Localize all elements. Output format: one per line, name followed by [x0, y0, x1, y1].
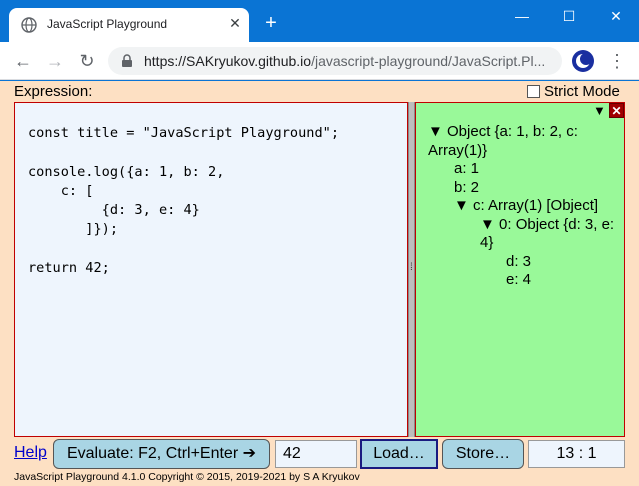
store-button[interactable]: Store…	[442, 439, 524, 469]
close-result-icon[interactable]: ✕	[609, 103, 624, 118]
lock-icon[interactable]	[120, 54, 134, 68]
close-window-button[interactable]: ✕	[602, 6, 630, 26]
code-editor[interactable]: const title = "JavaScript Playground"; c…	[14, 102, 408, 437]
grip-icon: ⁞	[410, 262, 413, 273]
result-tree-node: a: 1	[454, 160, 480, 177]
code-text[interactable]: const title = "JavaScript Playground"; c…	[28, 124, 339, 278]
window-titlebar: JavaScript Playground ✕ + — ☐ ✕	[0, 0, 639, 42]
evaluate-button[interactable]: Evaluate: F2, Ctrl+Enter ➔	[53, 439, 270, 469]
result-tree-node[interactable]: ▼ Object {a: 1, b: 2, c: Array(1)}	[428, 123, 623, 160]
url-path: /javascript-playground/JavaScript.Pl...	[311, 53, 546, 69]
moon-icon	[576, 53, 592, 68]
result-panel: ▼ ✕ ▼ Object {a: 1, b: 2, c: Array(1)} a:…	[415, 102, 625, 437]
cursor-position-field: 13 : 1	[528, 440, 625, 468]
strict-mode-label: Strict Mode	[544, 83, 620, 100]
panel-splitter[interactable]: ⁞	[408, 102, 415, 437]
strict-mode-toggle[interactable]: Strict Mode	[527, 83, 620, 100]
url-text: https://SAKryukov.github.io/javascript-p…	[144, 53, 554, 69]
new-tab-button[interactable]: +	[261, 13, 281, 33]
forward-button[interactable]: →	[44, 50, 66, 72]
reload-button[interactable]: ↻	[76, 50, 98, 72]
strict-mode-checkbox[interactable]	[527, 85, 540, 98]
result-value-field[interactable]: 42	[275, 440, 357, 468]
browser-menu-button[interactable]: ⋮	[606, 50, 628, 72]
browser-tab[interactable]: JavaScript Playground ✕	[9, 8, 249, 42]
result-tree-node[interactable]: ▼ 0: Object {d: 3, e: 4}	[428, 216, 623, 253]
extension-icon[interactable]	[572, 50, 594, 72]
maximize-button[interactable]: ☐	[555, 6, 583, 26]
help-link[interactable]: Help	[14, 444, 47, 462]
playground-app: Expression: Strict Mode const title = "J…	[0, 81, 639, 486]
result-tree-node[interactable]: ▼ c: Array(1) [Object]	[428, 197, 623, 216]
url-host: https://SAKryukov.github.io	[144, 53, 312, 69]
result-tree-node: d: 3	[506, 252, 532, 270]
tab-close-icon[interactable]: ✕	[227, 15, 243, 31]
footer-copyright: JavaScript Playground 4.1.0 Copyright © …	[14, 471, 360, 483]
load-button[interactable]: Load…	[360, 439, 438, 469]
browser-toolbar: ← → ↻ https://SAKryukov.github.io/javasc…	[0, 42, 639, 80]
minimize-button[interactable]: —	[508, 6, 536, 26]
result-tree: ▼ Object {a: 1, b: 2, c: Array(1)} a: 1 b:…	[428, 123, 623, 290]
address-bar[interactable]: https://SAKryukov.github.io/javascript-p…	[108, 47, 562, 75]
collapse-icon[interactable]: ▼	[593, 103, 606, 118]
result-tree-node: e: 4	[506, 271, 532, 288]
globe-icon	[21, 17, 37, 33]
back-button[interactable]: ←	[12, 50, 34, 72]
expression-label: Expression:	[14, 83, 93, 100]
tab-title: JavaScript Playground	[47, 17, 168, 31]
result-tree-node: b: 2	[454, 178, 480, 196]
